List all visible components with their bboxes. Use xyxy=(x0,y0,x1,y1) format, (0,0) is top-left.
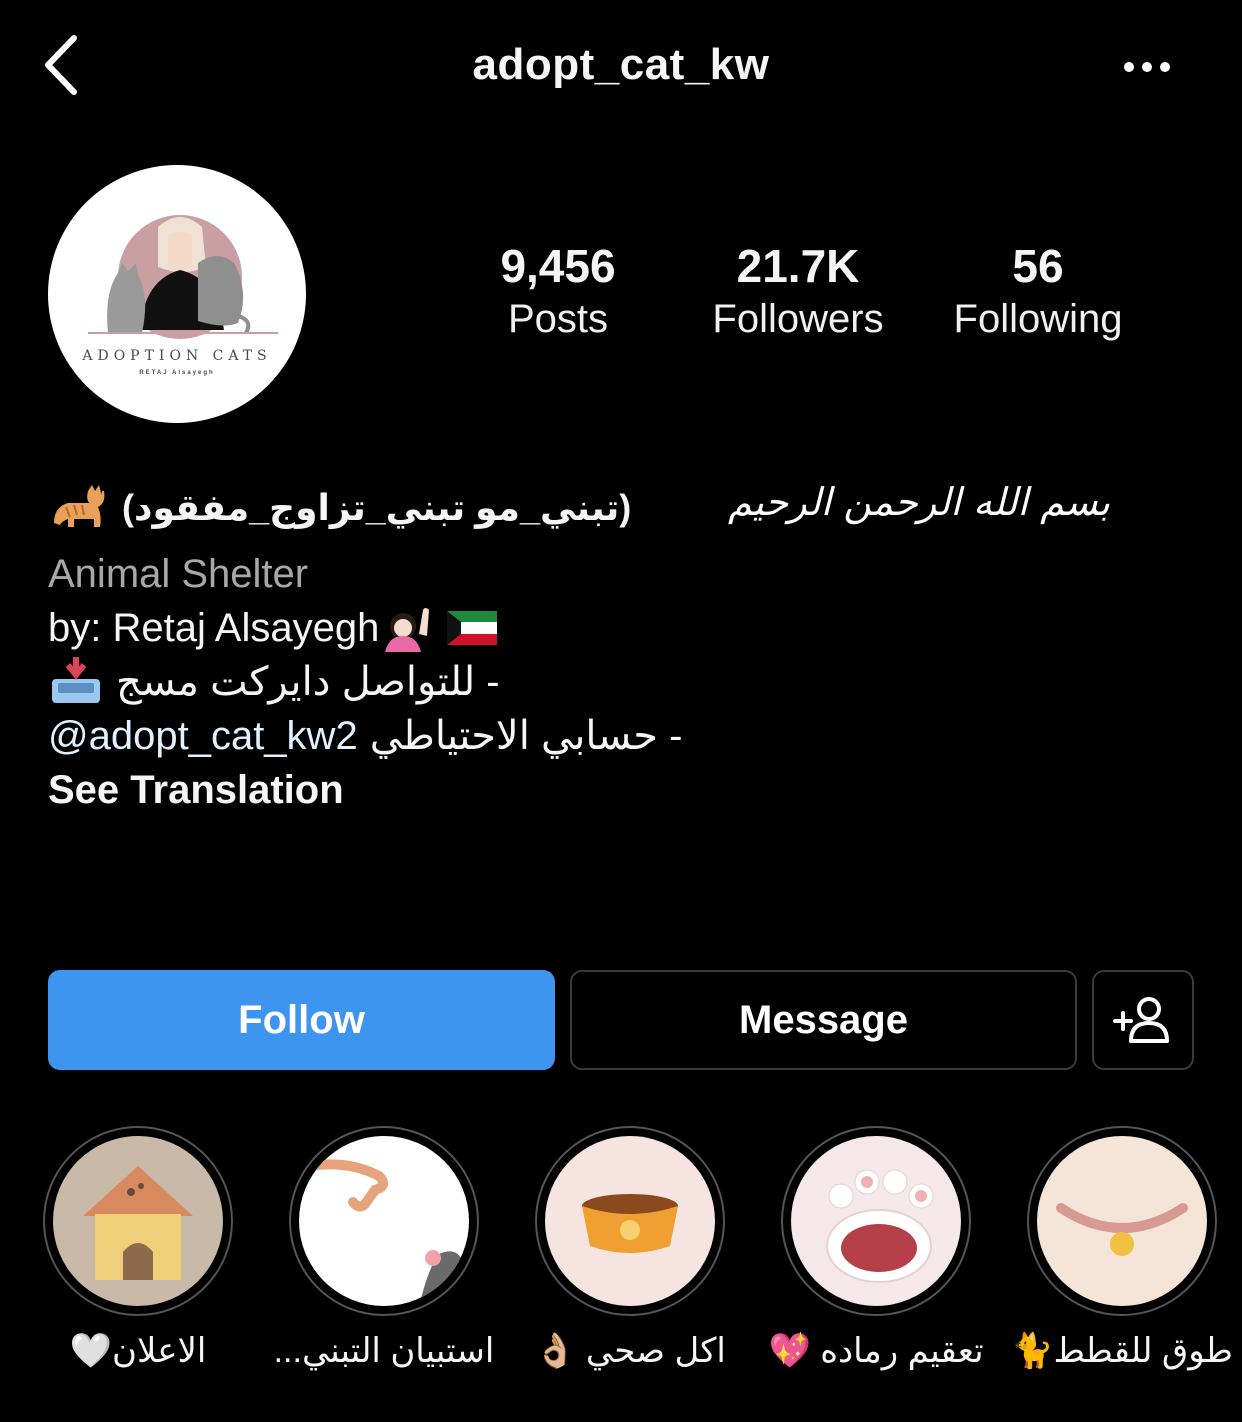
following-label: Following xyxy=(953,297,1123,341)
hand-and-paw-icon xyxy=(304,1159,463,1306)
more-horizontal-icon xyxy=(1124,62,1170,72)
posts-label: Posts xyxy=(507,297,609,341)
bio-name-row: (تبني_مو تبني_تزاوج_مفقود) xyxy=(48,478,631,538)
follow-button[interactable]: Follow xyxy=(48,970,555,1070)
more-options-button[interactable] xyxy=(1112,44,1182,90)
posts-count: 9,456 xyxy=(500,240,616,292)
message-button[interactable]: Message xyxy=(570,970,1077,1070)
bio-byline-text: by: Retaj Alsayegh xyxy=(48,606,380,650)
highlight-cover xyxy=(545,1136,715,1306)
highlight-cover xyxy=(791,1136,961,1306)
highlight-cat-collar[interactable] xyxy=(1027,1126,1217,1316)
cat-food-bowl-icon xyxy=(582,1194,678,1253)
add-person-icon xyxy=(1113,997,1169,1043)
suggested-accounts-button[interactable] xyxy=(1092,970,1194,1070)
following-stat[interactable]: 56 Following xyxy=(928,238,1148,344)
highlight-label-announcement: الاعلان🤍 xyxy=(69,1332,207,1370)
bio-backup-account-line: @adopt_cat_kw2 - حسابي الاحتياطي xyxy=(48,710,682,762)
bio-contact-line: - للتواصل دايركت مسج xyxy=(48,656,500,708)
bio-display-name: (تبني_مو تبني_تزاوج_مفقود) xyxy=(122,487,632,528)
highlight-cover xyxy=(299,1136,469,1306)
highlight-label-adoption-survey: استبيان التبني... xyxy=(273,1332,495,1370)
person-raising-hand-emoji-icon xyxy=(385,608,430,652)
highlight-healthy-food[interactable] xyxy=(535,1126,725,1316)
highlight-cover xyxy=(53,1136,223,1306)
inbox-tray-emoji-icon xyxy=(52,657,100,703)
followers-stat[interactable]: 21.7K Followers xyxy=(688,238,908,344)
top-bar: adopt_cat_kw xyxy=(0,0,1242,135)
profile-username: adopt_cat_kw xyxy=(472,40,770,89)
highlight-label-cat-collar: طوق للقطط🐈 xyxy=(1011,1332,1233,1370)
bio-backup-account-text: - حسابي الاحتياطي xyxy=(369,714,683,758)
highlight-cover xyxy=(1037,1136,1207,1306)
following-count: 56 xyxy=(1012,240,1064,292)
paw-icon xyxy=(826,1169,934,1283)
cat-house-icon xyxy=(83,1166,193,1280)
backup-account-mention-link[interactable]: @adopt_cat_kw2 xyxy=(48,710,358,762)
profile-avatar[interactable]: ADOPTION CATS RETAJ Alsayegh xyxy=(48,165,306,423)
basmala-calligraphy: بسم الله الرحمن الرحيم xyxy=(728,480,1110,524)
bio-byline: by: Retaj Alsayegh xyxy=(48,602,498,654)
highlight-label-neutering: تعقيم رماده 💖 xyxy=(768,1332,984,1370)
followers-count: 21.7K xyxy=(736,240,860,292)
adoption-cats-logo xyxy=(88,215,278,339)
highlight-label-healthy-food: اكل صحي 👌🏼 xyxy=(534,1332,726,1370)
see-translation-link[interactable]: See Translation xyxy=(48,764,344,816)
highlight-adoption-survey[interactable] xyxy=(289,1126,479,1316)
profile-page: adopt_cat_kw ADOPTION CATS RETAJ Alsayeg… xyxy=(0,0,1242,1422)
kuwait-flag-icon xyxy=(447,611,498,645)
cat-collar-icon xyxy=(1056,1203,1188,1256)
bio-category: Animal Shelter xyxy=(48,552,309,596)
avatar-logo-subtext: RETAJ Alsayegh xyxy=(139,370,215,376)
highlight-announcement[interactable] xyxy=(43,1126,233,1316)
avatar-logo-text: ADOPTION CATS xyxy=(82,348,272,364)
highlight-neutering[interactable] xyxy=(781,1126,971,1316)
cat-emoji-icon xyxy=(54,485,105,527)
followers-label: Followers xyxy=(712,297,884,341)
bio-contact-text: - للتواصل دايركت مسج xyxy=(116,660,500,704)
posts-stat[interactable]: 9,456 Posts xyxy=(448,238,668,344)
